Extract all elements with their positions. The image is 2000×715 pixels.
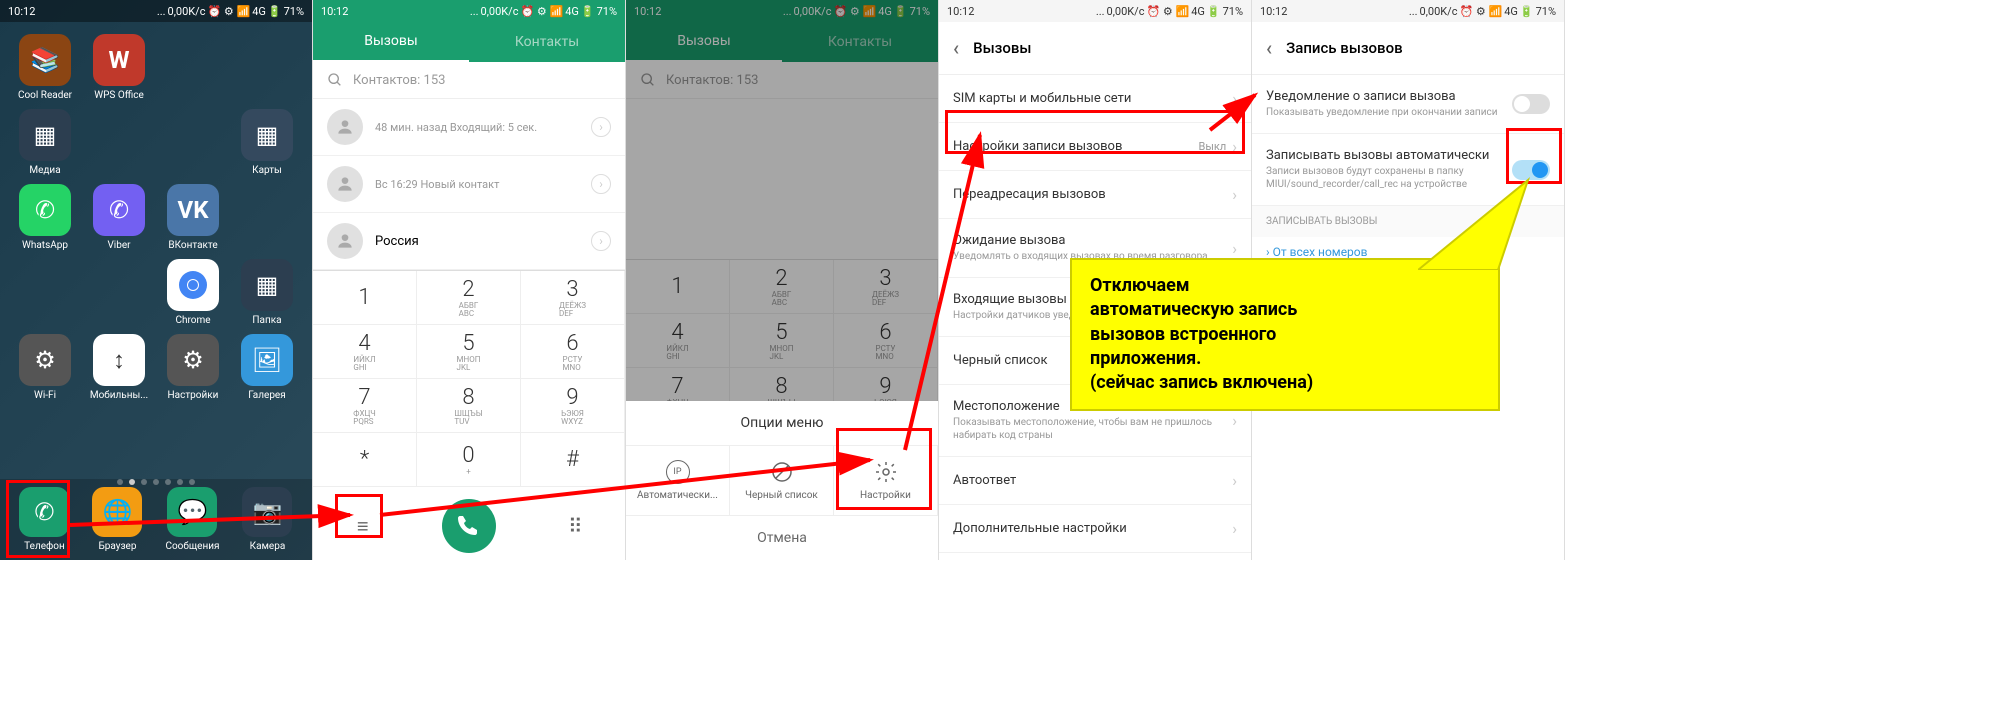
app-vk[interactable]: VKВКонтакте (160, 184, 226, 251)
highlight-settings-option (836, 428, 932, 510)
setting-notification[interactable]: Уведомление о записи вызоваПоказывать ув… (1252, 75, 1564, 134)
highlight-phone-app (6, 480, 70, 558)
key-9[interactable]: 9ЬЭЮЯWXYZ (521, 379, 625, 433)
folder-media[interactable]: ▦Медиа (12, 109, 78, 176)
dialer-menu-screen: 10:12 ... 0,00K/c ⏰ ⚙ 📶 4G 🔋 71% Вызовы … (626, 0, 939, 560)
key-1[interactable]: 1 (313, 271, 417, 325)
chevron-right-icon[interactable]: › (591, 117, 611, 137)
option-blacklist[interactable]: Черный список (730, 446, 834, 515)
tab-contacts[interactable]: Контакты (469, 22, 625, 62)
back-icon[interactable]: ‹ (1266, 36, 1272, 60)
folder-maps[interactable]: ▦Карты (234, 109, 300, 176)
avatar-icon (327, 109, 363, 145)
highlight-record-settings (945, 110, 1245, 154)
key-7[interactable]: 7ФХЦЧPQRS (313, 379, 417, 433)
app-viber[interactable]: ✆Viber (86, 184, 152, 251)
avatar-icon (327, 223, 363, 259)
toggle-off[interactable] (1512, 94, 1550, 114)
status-bar: 10:12 ... 0,00K/c ⏰ ⚙ 📶 4G 🔋 71% (0, 0, 312, 22)
key-*[interactable]: * (313, 433, 417, 487)
tab-calls[interactable]: Вызовы (313, 22, 469, 62)
key-#[interactable]: # (521, 433, 625, 487)
app-settings[interactable]: ⚙Настройки (160, 334, 226, 401)
app-cool-reader[interactable]: 📚Cool Reader (12, 34, 78, 101)
avatar-icon (327, 166, 363, 202)
key-6[interactable]: 6РСТУMNO (521, 325, 625, 379)
app-wps-office[interactable]: WWPS Office (86, 34, 152, 101)
call-log-item[interactable]: Вс 16:29 Новый контакт › (313, 156, 625, 213)
annotation-callout: Отключаем автоматическую запись вызовов … (1070, 258, 1500, 411)
search-icon (327, 72, 343, 88)
folder-papka[interactable]: ▦Папка (234, 259, 300, 326)
app-mobile[interactable]: ↕Мобильны... (86, 334, 152, 401)
key-8[interactable]: 8ШЩЪЫTUV (417, 379, 521, 433)
highlight-menu-button (335, 494, 383, 538)
app-whatsapp[interactable]: ✆WhatsApp (12, 184, 78, 251)
dialer-screen: 10:12 ... 0,00K/c ⏰ ⚙ 📶 4G 🔋 71% Вызовы … (313, 0, 626, 560)
cancel-button[interactable]: Отмена (626, 516, 938, 560)
dock-messages[interactable]: 💬Сообщения (165, 487, 219, 552)
call-button[interactable] (442, 499, 496, 553)
dialer-keypad: 12АБВГABC3ДЕЁЖЗDEF 4ИЙКЛGHI5МНОПJKL6РСТУM… (313, 270, 625, 487)
status-bar: 10:12 ... 0,00K/c ⏰ ⚙ 📶 4G 🔋 71% (1252, 0, 1564, 22)
status-bar: 10:12 ... 0,00K/c ⏰ ⚙ 📶 4G 🔋 71% (939, 0, 1251, 22)
dock-camera[interactable]: 📷Камера (242, 487, 292, 552)
settings-item[interactable]: Переадресация вызовов› (939, 171, 1251, 219)
page-title: Вызовы (973, 39, 1031, 57)
status-bar: 10:12 ... 0,00K/c ⏰ ⚙ 📶 4G 🔋 71% (313, 0, 625, 22)
settings-item[interactable]: Дополнительные настройки› (939, 505, 1251, 553)
settings-item[interactable]: Автоответ› (939, 457, 1251, 505)
key-3[interactable]: 3ДЕЁЖЗDEF (521, 271, 625, 325)
chevron-right-icon[interactable]: › (591, 174, 611, 194)
key-4[interactable]: 4ИЙКЛGHI (313, 325, 417, 379)
page-title: Запись вызовов (1286, 39, 1402, 57)
key-2[interactable]: 2АБВГABC (417, 271, 521, 325)
callout-pointer (1418, 170, 1538, 270)
chevron-right-icon[interactable]: › (591, 231, 611, 251)
block-icon (770, 460, 794, 484)
key-5[interactable]: 5МНОПJKL (417, 325, 521, 379)
app-gallery[interactable]: 🖼Галерея (234, 334, 300, 401)
status-time: 10:12 (8, 5, 35, 18)
back-icon[interactable]: ‹ (953, 36, 959, 60)
search-input[interactable]: Контактов: 153 (313, 62, 625, 99)
ip-icon: IP (666, 460, 690, 484)
call-log-item[interactable]: Россия › (313, 213, 625, 270)
option-auto[interactable]: IP Автоматически... (626, 446, 730, 515)
home-screen: 10:12 ... 0,00K/c ⏰ ⚙ 📶 4G 🔋 71% 📚Cool R… (0, 0, 313, 560)
keypad-toggle[interactable]: ⠿ (555, 506, 595, 546)
key-0[interactable]: 0+ (417, 433, 521, 487)
app-chrome[interactable]: Chrome (160, 259, 226, 326)
call-log-item[interactable]: 48 мин. назад Входящий: 5 сек. › (313, 99, 625, 156)
app-wifi[interactable]: ⚙Wi-Fi (12, 334, 78, 401)
dock-browser[interactable]: 🌐Браузер (92, 487, 142, 552)
